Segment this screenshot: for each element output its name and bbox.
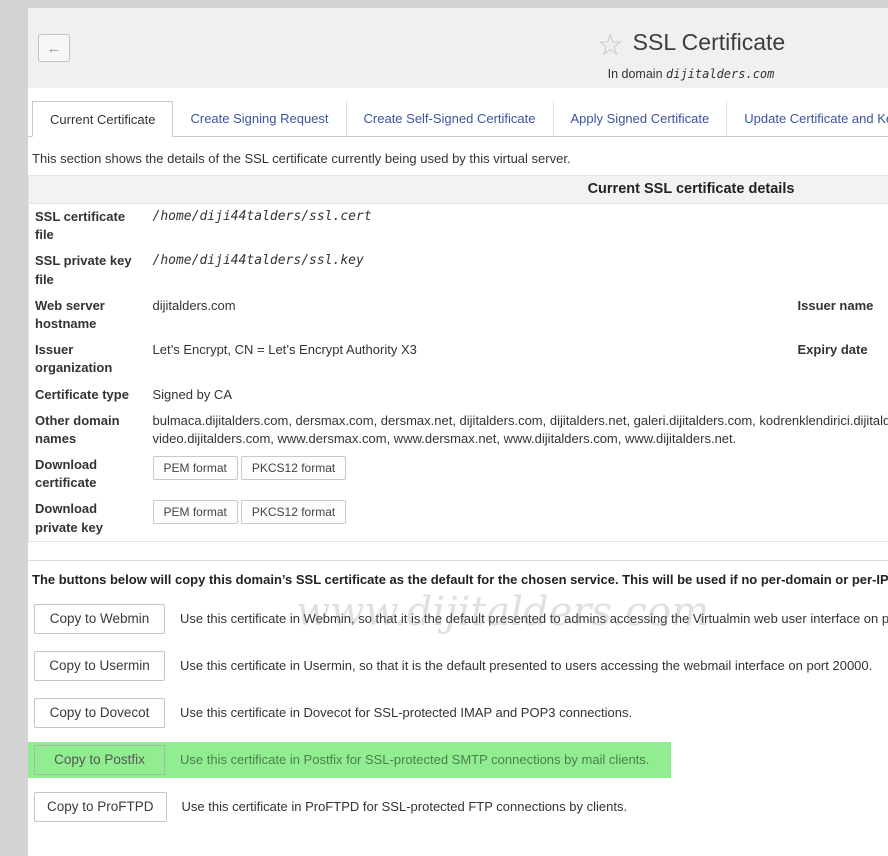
usermin-description: Use this certificate in Usermin, so that… [180,658,872,673]
row-label: Certificate type [29,382,147,408]
copy-section-note: The buttons below will copy this domain’… [32,572,888,587]
download-cert-pkcs12-button[interactable]: PKCS12 format [241,456,346,480]
row-label: Issuer name [792,293,888,337]
certificate-type-value: Signed by CA [147,382,888,408]
copy-to-dovecot-button[interactable]: Copy to Dovecot [34,698,165,728]
table-row: SSL certificate file /home/diji44talders… [29,204,888,249]
download-key-buttons: PEM formatPKCS12 format [147,496,888,541]
download-cert-pem-button[interactable]: PEM format [153,456,238,480]
copy-to-webmin-button[interactable]: Copy to Webmin [34,604,165,634]
table-row: Download private key PEM formatPKCS12 fo… [29,496,888,541]
service-row-dovecot: Copy to Dovecot Use this certificate in … [28,695,888,731]
hostname-value: dijitalders.com [147,293,792,337]
star-icon: ☆ [597,29,624,62]
row-label: Download certificate [29,452,147,496]
ssl-cert-file-value: /home/diji44talders/ssl.cert [147,204,888,249]
back-arrow-icon: ← [47,40,62,57]
webmin-description: Use this certificate in Webmin, so that … [180,611,888,626]
tab-create-signing-request[interactable]: Create Signing Request [173,101,346,136]
table-row: SSL private key file /home/diji44talders… [29,248,888,292]
tab-apply-signed-certificate[interactable]: Apply Signed Certificate [554,101,728,136]
row-label: Web server hostname [29,293,147,337]
ssl-key-file-value: /home/diji44talders/ssl.key [147,248,888,292]
service-row-proftpd: Copy to ProFTPD Use this certificate in … [28,789,888,825]
download-certificate-buttons: PEM formatPKCS12 format [147,452,888,496]
service-row-usermin: Copy to Usermin Use this certificate in … [28,648,888,684]
table-row: Other domain names bulmaca.dijitalders.c… [29,408,888,452]
table-row: Web server hostname dijitalders.com Issu… [29,293,888,337]
page-title: SSL Certificate [633,29,786,55]
certificate-details-table: Current SSL certificate details SSL cert… [28,175,888,542]
dovecot-description: Use this certificate in Dovecot for SSL-… [180,705,632,720]
row-label: SSL private key file [29,248,147,292]
subtitle-prefix: In domain [608,67,666,81]
title-block: ☆ SSL Certificate In domain dijitalders.c… [28,8,888,81]
section-description: This section shows the details of the SS… [32,151,888,166]
row-label: SSL certificate file [29,204,147,249]
download-key-pkcs12-button[interactable]: PKCS12 format [241,500,346,524]
download-key-pem-button[interactable]: PEM format [153,500,238,524]
service-row-postfix: Copy to Postfix Use this certificate in … [28,742,671,778]
tab-update-certificate-and-key[interactable]: Update Certificate and Key [727,101,888,136]
tab-bar: Current Certificate Create Signing Reque… [28,101,888,137]
row-label: Other domain names [29,408,147,452]
other-domain-names-value: bulmaca.dijitalders.com, dersmax.com, de… [147,408,888,452]
row-label: Download private key [29,496,147,541]
service-row-webmin: Copy to Webmin Use this certificate in W… [28,601,888,637]
copy-to-usermin-button[interactable]: Copy to Usermin [34,651,165,681]
domain-name: dijitalders.com [666,67,774,81]
proftpd-description: Use this certificate in ProFTPD for SSL-… [182,799,628,814]
tab-current-certificate[interactable]: Current Certificate [32,101,173,137]
tab-create-self-signed-certificate[interactable]: Create Self-Signed Certificate [347,101,554,136]
table-title: Current SSL certificate details [29,176,888,204]
row-label: Expiry date [792,337,888,381]
copy-to-proftpd-button[interactable]: Copy to ProFTPD [34,792,167,822]
table-row: Issuer organization Let’s Encrypt, CN = … [29,337,888,381]
ssl-certificate-page: ← ☆ SSL Certificate In domain dijitalders… [28,8,888,856]
copy-to-postfix-button[interactable]: Copy to Postfix [34,745,165,775]
row-label: Issuer organization [29,337,147,381]
copy-service-list: www.dijitalders.com Copy to Webmin Use t… [28,601,888,825]
section-divider [28,560,888,561]
back-button[interactable]: ← [38,34,70,62]
issuer-org-value: Let’s Encrypt, CN = Let’s Encrypt Author… [147,337,792,381]
table-row: Certificate type Signed by CA [29,382,888,408]
domain-subtitle: In domain dijitalders.com [28,67,888,81]
page-header: ← ☆ SSL Certificate In domain dijitalders… [28,8,888,88]
main-content: Current Certificate Create Signing Reque… [28,88,888,856]
table-row: Download certificate PEM formatPKCS12 fo… [29,452,888,496]
postfix-description: Use this certificate in Postfix for SSL-… [180,752,649,767]
